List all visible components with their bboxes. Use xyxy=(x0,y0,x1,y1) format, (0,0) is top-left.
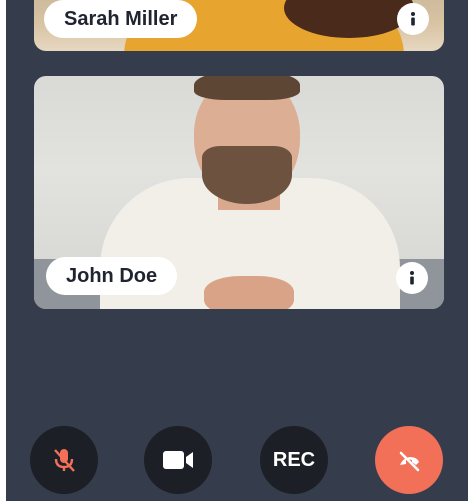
phone-hangup-icon xyxy=(399,451,420,472)
participant-name-pill: Sarah Miller xyxy=(44,0,198,38)
participant-name-pill: John Doe xyxy=(46,257,178,295)
mic-off-icon xyxy=(54,449,75,472)
end-call-button[interactable] xyxy=(375,426,443,494)
video-frame-content xyxy=(202,146,292,204)
record-label: REC xyxy=(272,448,316,471)
info-button[interactable] xyxy=(396,262,428,294)
info-button[interactable] xyxy=(397,3,429,35)
mute-button[interactable] xyxy=(30,426,98,494)
info-icon xyxy=(410,271,414,285)
call-screen: Sarah Miller John Doe REC xyxy=(6,0,468,501)
info-icon xyxy=(411,12,415,26)
video-camera-icon xyxy=(163,451,193,469)
video-button[interactable] xyxy=(144,426,212,494)
record-button[interactable]: REC xyxy=(260,426,328,494)
video-frame-content xyxy=(204,276,294,309)
video-frame-content xyxy=(194,76,300,100)
